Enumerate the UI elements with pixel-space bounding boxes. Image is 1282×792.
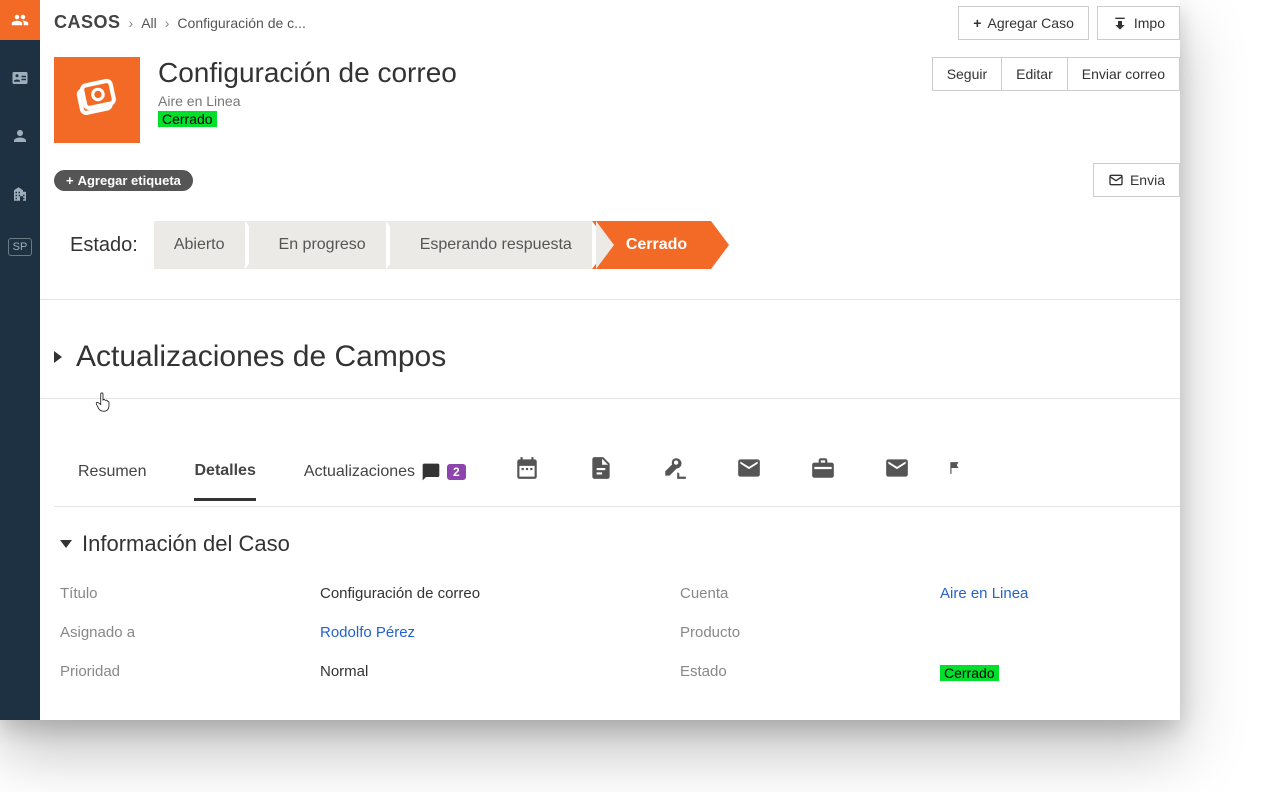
top-actions: + Agregar Caso Impo (958, 6, 1180, 40)
tab-mail[interactable] (736, 455, 762, 506)
breadcrumb-filter[interactable]: All (141, 15, 157, 31)
send-button[interactable]: Envia (1093, 163, 1180, 197)
tab-tools[interactable] (662, 455, 688, 506)
envelope-icon (884, 455, 910, 481)
note-icon (588, 455, 614, 481)
calendar-icon (514, 455, 540, 481)
briefcase-icon (810, 455, 836, 481)
sidebar: SP (0, 0, 40, 720)
id-card-icon (11, 69, 29, 87)
add-case-button[interactable]: + Agregar Caso (958, 6, 1089, 40)
field-label-estado: Estado (680, 663, 940, 682)
import-button[interactable]: Impo (1097, 6, 1180, 40)
add-tag-button[interactable]: + Agregar etiqueta (54, 170, 193, 191)
head-actions: Seguir Editar Enviar correo (932, 57, 1180, 91)
divider (40, 299, 1180, 300)
field-val-titulo: Configuración de correo (320, 585, 680, 602)
state-step-esperando[interactable]: Esperando respuesta (386, 221, 596, 269)
people-icon (11, 11, 29, 29)
field-val-prioridad: Normal (320, 663, 680, 682)
status-chip-inline: Cerrado (940, 665, 999, 681)
info-grid: Título Configuración de correo Cuenta Ai… (60, 585, 1180, 682)
tab-notes[interactable] (588, 455, 614, 506)
follow-button[interactable]: Seguir (932, 57, 1002, 91)
section-updates-header[interactable]: Actualizaciones de Campos (54, 340, 1180, 374)
person-icon (11, 127, 29, 145)
info-heading-title: Información del Caso (82, 531, 290, 557)
send-label: Envia (1130, 172, 1165, 188)
tab-briefcase[interactable] (810, 455, 836, 506)
tab-actualizaciones[interactable]: Actualizaciones 2 (304, 462, 466, 500)
expand-right-icon[interactable] (54, 351, 62, 363)
field-label-prioridad: Prioridad (60, 663, 320, 682)
sidebar-item-company[interactable] (0, 174, 40, 214)
tab-detalles[interactable]: Detalles (194, 462, 255, 501)
sidebar-sp-badge[interactable]: SP (8, 238, 33, 256)
section-updates-title: Actualizaciones de Campos (76, 340, 446, 374)
breadcrumb-current: Configuración de c... (177, 15, 305, 31)
flag-icon (948, 455, 962, 481)
envelope-icon (736, 455, 762, 481)
case-head-text: Configuración de correo Aire en Linea Ce… (158, 57, 457, 129)
main-content: CASOS › All › Configuración de c... + Ag… (40, 0, 1180, 720)
state-row: Estado: Abierto En progreso Esperando re… (54, 221, 1180, 269)
envelope-icon (1108, 172, 1124, 188)
add-tag-label: Agregar etiqueta (78, 173, 181, 188)
comment-icon (421, 462, 441, 482)
ticket-icon (72, 75, 122, 125)
field-val-cuenta[interactable]: Aire en Linea (940, 585, 1180, 602)
tag-row: + Agregar etiqueta Envia (54, 163, 1180, 197)
chevron-right-icon: › (129, 15, 134, 31)
field-val-producto (940, 624, 1180, 641)
tab-more[interactable] (948, 455, 962, 506)
add-case-label: Agregar Caso (987, 15, 1073, 31)
field-label-cuenta: Cuenta (680, 585, 940, 602)
field-label-producto: Producto (680, 624, 940, 641)
case-header: Configuración de correo Aire en Linea Ce… (54, 57, 1180, 143)
field-label-asignado: Asignado a (60, 624, 320, 641)
import-label: Impo (1134, 15, 1165, 31)
case-icon (54, 57, 140, 143)
chevron-right-icon: › (165, 15, 170, 31)
edit-button[interactable]: Editar (1002, 57, 1068, 91)
app-frame: SP CASOS › All › Configuración de c... +… (0, 0, 1180, 720)
cursor-hand-icon (94, 392, 112, 419)
tabs: Resumen Detalles Actualizaciones 2 (54, 455, 1180, 507)
field-label-titulo: Título (60, 585, 320, 602)
send-email-button[interactable]: Enviar correo (1068, 57, 1180, 91)
sidebar-item-cases[interactable] (0, 0, 40, 40)
breadcrumb-module[interactable]: CASOS (54, 12, 121, 33)
state-label: Estado: (70, 234, 138, 257)
plus-icon: + (973, 15, 981, 31)
plus-icon: + (66, 173, 74, 188)
info-heading[interactable]: Información del Caso (60, 531, 1180, 557)
field-val-asignado[interactable]: Rodolfo Pérez (320, 624, 680, 641)
download-icon (1112, 15, 1128, 31)
tab-calendar[interactable] (514, 455, 540, 506)
expand-down-icon[interactable] (60, 540, 72, 548)
tab-resumen[interactable]: Resumen (78, 463, 146, 499)
case-account[interactable]: Aire en Linea (158, 93, 457, 109)
info-section: Información del Caso Título Configuració… (54, 531, 1180, 682)
state-step-abierto[interactable]: Abierto (154, 221, 249, 269)
case-title: Configuración de correo (158, 57, 457, 89)
status-chip: Cerrado (158, 111, 217, 127)
wrench-hand-icon (662, 455, 688, 481)
sidebar-item-person[interactable] (0, 116, 40, 156)
sidebar-item-contacts[interactable] (0, 58, 40, 98)
divider (40, 398, 1180, 399)
tab-updates-label: Actualizaciones (304, 463, 415, 481)
field-val-estado: Cerrado (940, 663, 1180, 682)
tab-mail2[interactable] (884, 455, 910, 506)
building-icon (11, 185, 29, 203)
updates-count-badge: 2 (447, 464, 466, 480)
